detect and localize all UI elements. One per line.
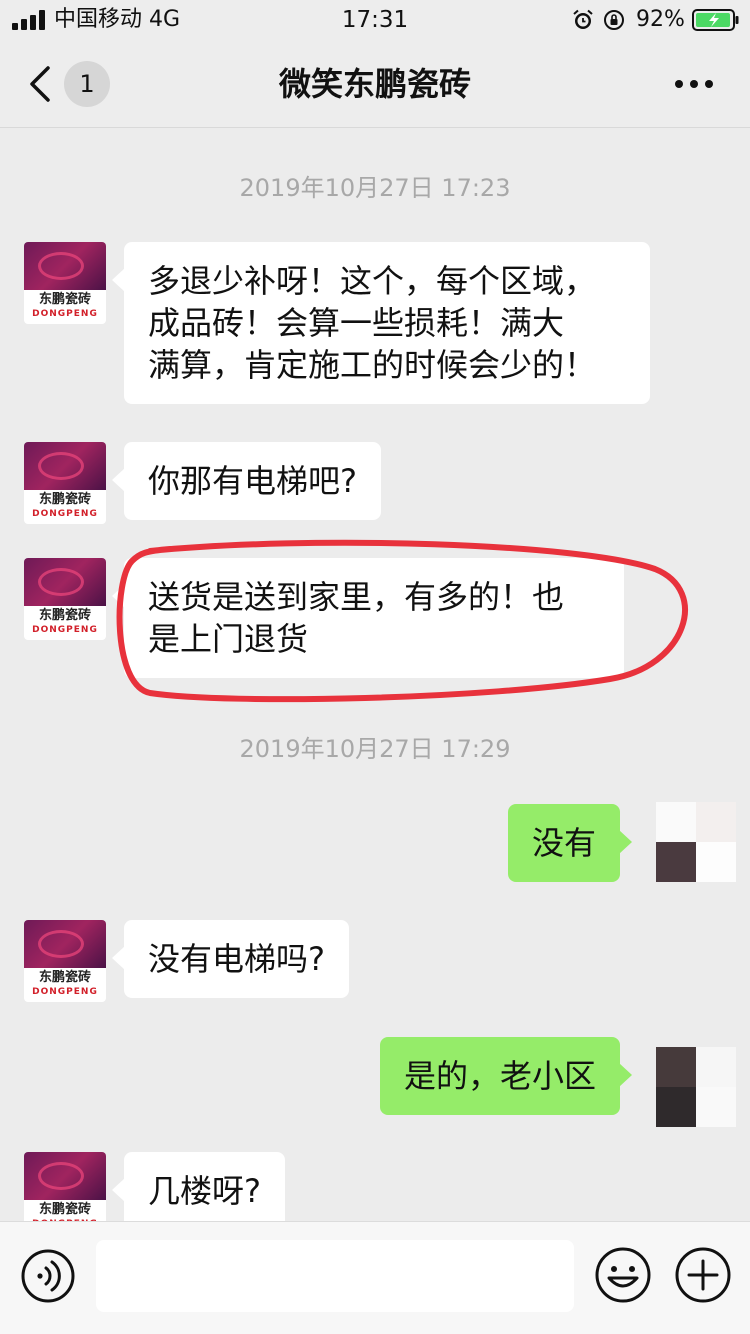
chat-area[interactable]: 2019年10月27日 17:23 东鹏瓷砖 DONGPENG 多退少补呀！这个…: [0, 129, 750, 1221]
received-message-bubble[interactable]: 送货是送到家里，有多的！也 是上门退货: [112, 558, 624, 678]
avatar-brand-name-en: DONGPENG: [32, 509, 98, 519]
received-message-bubble[interactable]: 你那有电梯吧?: [112, 442, 381, 520]
plus-icon[interactable]: [674, 1246, 732, 1304]
user-avatar[interactable]: [656, 802, 736, 882]
avatar-brand-name-en: DONGPENG: [32, 309, 98, 319]
chat-timestamp: 2019年10月27日 17:29: [239, 735, 511, 763]
contact-avatar[interactable]: 东鹏瓷砖 DONGPENG: [24, 242, 106, 324]
emoji-icon[interactable]: [594, 1246, 652, 1304]
battery-percent: 92%: [636, 7, 685, 32]
contact-avatar[interactable]: 东鹏瓷砖 DONGPENG: [24, 442, 106, 524]
rotation-lock-icon: [604, 10, 624, 30]
avatar-brand-name: 东鹏瓷砖: [38, 970, 91, 985]
avatar-brand-name: 东鹏瓷砖: [38, 292, 91, 307]
chat-timestamp: 2019年10月27日 17:23: [239, 174, 511, 202]
avatar-brand-name: 东鹏瓷砖: [38, 492, 91, 507]
contact-avatar[interactable]: 东鹏瓷砖 DONGPENG: [24, 920, 106, 1002]
nav-bar: 1 微笑东鹏瓷砖: [0, 40, 750, 128]
sent-message-bubble[interactable]: 是的，老小区: [379, 1037, 633, 1115]
received-message-bubble[interactable]: 没有电梯吗?: [112, 920, 349, 998]
chat-title: 微笑东鹏瓷砖: [278, 65, 471, 103]
avatar-brand-name-en: DONGPENG: [32, 625, 98, 635]
chevron-left-icon[interactable]: [26, 64, 56, 104]
alarm-icon: [573, 9, 593, 29]
sent-message-bubble[interactable]: 没有: [507, 804, 633, 882]
avatar-brand-name-en: DONGPENG: [32, 987, 98, 997]
received-message-bubble[interactable]: 多退少补呀！这个，每个区域， 成品砖！会算一些损耗！满大 满算，肯定施工的时候会…: [112, 242, 650, 404]
avatar-brand-name: 东鹏瓷砖: [38, 608, 91, 623]
received-message-bubble[interactable]: 几楼呀?: [112, 1152, 285, 1221]
message-input[interactable]: [96, 1240, 574, 1312]
input-bar: [0, 1221, 750, 1334]
battery-icon: [692, 9, 739, 31]
voice-icon[interactable]: [20, 1248, 76, 1304]
contact-avatar[interactable]: 东鹏瓷砖 DONGPENG: [24, 1152, 106, 1221]
status-bar: 中国移动 4G 17:31 92%: [0, 0, 750, 40]
contact-avatar[interactable]: 东鹏瓷砖 DONGPENG: [24, 558, 106, 640]
more-dots-icon[interactable]: [672, 70, 716, 98]
user-avatar[interactable]: [656, 1047, 736, 1127]
unread-count-badge[interactable]: 1: [64, 61, 110, 107]
avatar-brand-name: 东鹏瓷砖: [38, 1202, 91, 1217]
